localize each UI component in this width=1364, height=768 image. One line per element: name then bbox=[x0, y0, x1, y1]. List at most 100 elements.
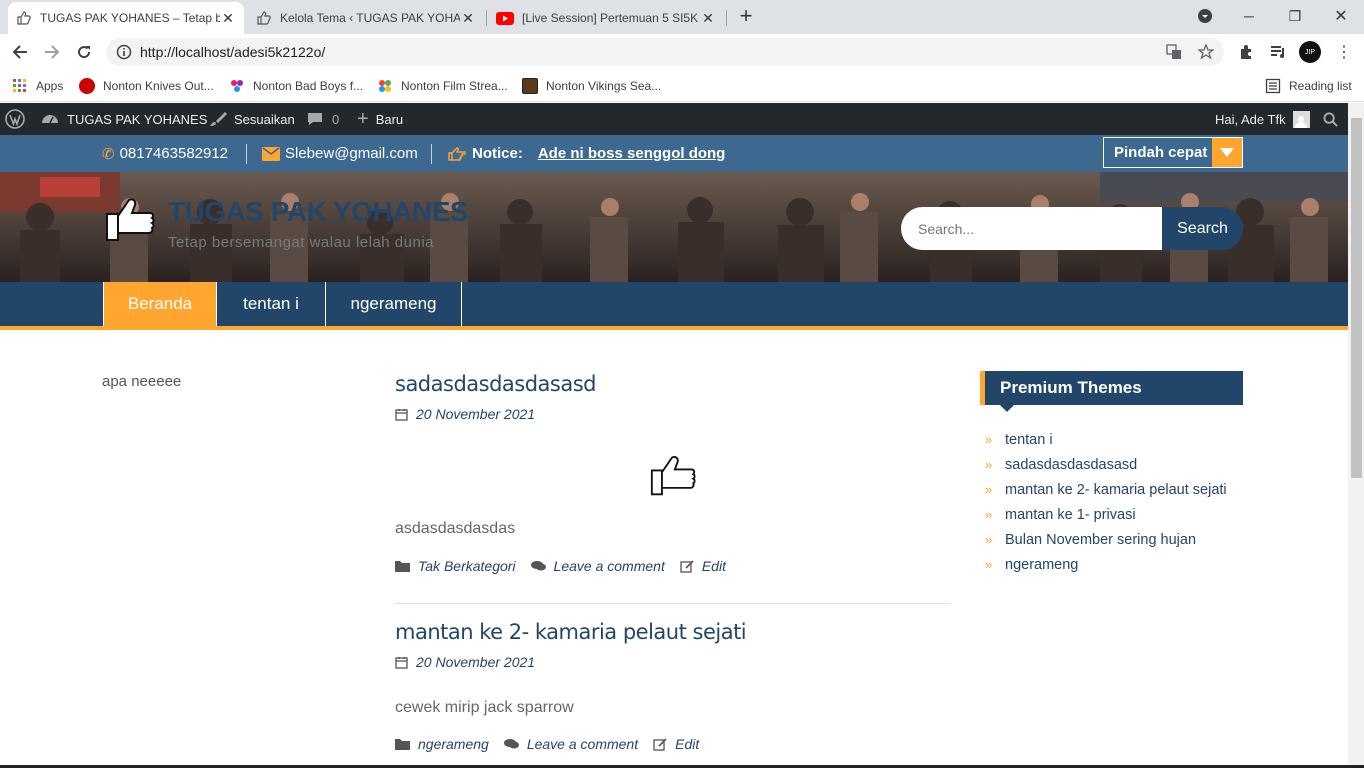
edit-link[interactable]: Edit bbox=[702, 558, 726, 574]
back-icon[interactable] bbox=[8, 40, 32, 64]
thumbs-up-favicon bbox=[256, 10, 272, 26]
site-tagline: Tetap bersemangat walau lelah dunia bbox=[168, 234, 435, 251]
post-category-link[interactable]: Tak Berkategori bbox=[418, 558, 516, 574]
widget-title-pointer bbox=[1000, 405, 1014, 412]
admin-customize-label: Sesuaikan bbox=[234, 111, 295, 127]
bookmark-bad-boys[interactable]: Nonton Bad Boys f... bbox=[229, 76, 363, 96]
main-content: apa neeeee sadasdasdasdasasd 20 November… bbox=[0, 330, 1348, 768]
tab-title: Kelola Tema ‹ TUGAS PAK YOHANES bbox=[280, 11, 460, 25]
notice-link[interactable]: Ade ni boss senggol dong bbox=[538, 145, 726, 162]
pointing-hand-icon bbox=[448, 146, 466, 161]
browser-tab-3[interactable]: [Live Session] Pertemuan 5 SI5K YouTube … bbox=[488, 2, 724, 34]
bookmark-label: Nonton Vikings Sea... bbox=[546, 79, 662, 93]
widget-list-item[interactable]: » ngerameng bbox=[985, 552, 1227, 577]
post-excerpt: asdasdasdasdas bbox=[395, 520, 516, 537]
folder-icon bbox=[395, 738, 410, 750]
forward-icon[interactable] bbox=[40, 40, 64, 64]
url-text[interactable]: http://localhost/adesi5k2122o/ bbox=[140, 44, 325, 60]
browser-tab-2[interactable]: Kelola Tema ‹ TUGAS PAK YOHANES ✕ bbox=[248, 2, 484, 34]
menu-item-tentan-i[interactable]: tentan i bbox=[217, 282, 326, 326]
main-navigation: Beranda tentan i ngerameng bbox=[0, 282, 1348, 326]
new-tab-button[interactable]: + bbox=[722, 0, 770, 32]
bookmark-knives-out[interactable]: Nonton Knives Out... bbox=[79, 76, 214, 96]
quick-switch-dropdown[interactable]: Pindah cepat bbox=[1103, 137, 1243, 168]
admin-account[interactable]: Hai, Ade Tfk bbox=[1215, 103, 1310, 135]
extensions-icon[interactable] bbox=[1234, 40, 1258, 64]
post-date: 20 November 2021 bbox=[395, 654, 950, 670]
post-title[interactable]: sadasdasdasdasasd bbox=[395, 372, 950, 396]
bookmark-label: Apps bbox=[36, 79, 64, 93]
youtube-favicon bbox=[496, 11, 514, 25]
close-tab-icon[interactable]: ✕ bbox=[460, 10, 476, 26]
double-chevron-icon: » bbox=[985, 457, 993, 472]
restore-icon[interactable]: ❐ bbox=[1272, 0, 1318, 32]
browser-tab-1[interactable]: TUGAS PAK YOHANES – Tetap bersemangat ✕ bbox=[8, 2, 244, 34]
bookmark-apps[interactable]: Apps bbox=[12, 76, 63, 96]
calendar-icon bbox=[395, 656, 408, 669]
bookmark-vikings[interactable]: Nonton Vikings Sea... bbox=[522, 76, 661, 96]
close-tab-icon[interactable]: ✕ bbox=[700, 10, 716, 26]
post-date-link[interactable]: 20 November 2021 bbox=[416, 406, 535, 422]
browser-tabstrip: TUGAS PAK YOHANES – Tetap bersemangat ✕ … bbox=[0, 0, 1364, 34]
admin-customize[interactable]: Sesuaikan bbox=[209, 103, 295, 135]
admin-search-icon[interactable] bbox=[1323, 103, 1338, 135]
widget-list-item[interactable]: » mantan ke 2- kamaria pelaut sejati bbox=[985, 477, 1227, 502]
scrollbar-thumb[interactable] bbox=[1351, 118, 1362, 478]
widget-list-item[interactable]: » Bulan November sering hujan bbox=[985, 527, 1227, 552]
widget-list-item[interactable]: » sadasdasdasdasasd bbox=[985, 452, 1227, 477]
wordpress-logo-icon[interactable] bbox=[5, 103, 25, 135]
search-input[interactable] bbox=[901, 207, 1162, 250]
double-chevron-icon: » bbox=[985, 557, 993, 572]
filmstream-favicon bbox=[377, 78, 393, 94]
header-search-form: Search bbox=[901, 207, 1243, 250]
notice-label: Notice: bbox=[472, 145, 523, 162]
browser-menu-icon[interactable]: ⋮ bbox=[1332, 40, 1356, 64]
comments-icon bbox=[530, 560, 546, 572]
translate-icon[interactable] bbox=[1166, 44, 1182, 60]
leave-comment-link[interactable]: Leave a comment bbox=[554, 558, 665, 574]
reading-list-button[interactable]: Reading list bbox=[1265, 76, 1352, 96]
media-control-icon[interactable] bbox=[1266, 40, 1290, 64]
close-tab-icon[interactable]: ✕ bbox=[220, 10, 236, 26]
admin-site-name[interactable]: TUGAS PAK YOHANES bbox=[41, 103, 207, 135]
admin-comments[interactable]: 0 bbox=[307, 103, 339, 135]
post-article: sadasdasdasdasasd 20 November 2021 asdas… bbox=[395, 372, 950, 604]
site-logo-thumbs-up-icon[interactable] bbox=[104, 194, 156, 244]
comments-icon bbox=[503, 738, 519, 750]
minimize-icon[interactable]: ─ bbox=[1226, 0, 1272, 32]
bookmark-label: Nonton Knives Out... bbox=[103, 79, 214, 93]
profile-avatar[interactable]: JIP bbox=[1298, 40, 1322, 64]
calendar-icon bbox=[395, 408, 408, 421]
leave-comment-link[interactable]: Leave a comment bbox=[527, 736, 638, 752]
admin-comments-count: 0 bbox=[332, 111, 340, 127]
reading-list-icon bbox=[1265, 78, 1281, 94]
bookmark-label: Nonton Film Strea... bbox=[401, 79, 508, 93]
bookmark-star-icon[interactable] bbox=[1198, 44, 1214, 60]
close-window-icon[interactable]: ✕ bbox=[1318, 0, 1364, 32]
widget-list-item[interactable]: » mantan ke 1- privasi bbox=[985, 502, 1227, 527]
double-chevron-icon: » bbox=[985, 482, 993, 497]
edit-link[interactable]: Edit bbox=[675, 736, 699, 752]
address-bar[interactable]: http://localhost/adesi5k2122o/ bbox=[106, 38, 1224, 66]
post-title[interactable]: mantan ke 2- kamaria pelaut sejati bbox=[395, 620, 950, 644]
post-category-link[interactable]: ngerameng bbox=[418, 736, 489, 752]
phone-number: 0817463582912 bbox=[119, 145, 229, 162]
admin-new-label: Baru bbox=[375, 111, 404, 127]
info-icon[interactable] bbox=[116, 44, 132, 60]
admin-new[interactable]: + Baru bbox=[357, 103, 403, 135]
bookmark-film-stream[interactable]: Nonton Film Strea... bbox=[377, 76, 508, 96]
menu-item-beranda[interactable]: Beranda bbox=[103, 282, 217, 326]
admin-greeting: Hai, Ade Tfk bbox=[1215, 111, 1286, 127]
post-date-link[interactable]: 20 November 2021 bbox=[416, 654, 535, 670]
search-button[interactable]: Search bbox=[1162, 207, 1243, 250]
widget-list-item[interactable]: » tentan i bbox=[985, 427, 1227, 452]
menu-item-ngerameng[interactable]: ngerameng bbox=[326, 282, 462, 326]
site-title[interactable]: TUGAS PAK YOHANES bbox=[168, 196, 469, 228]
plus-icon: + bbox=[357, 107, 369, 130]
apps-grid-icon bbox=[12, 78, 28, 94]
comment-bubble-icon bbox=[307, 111, 323, 127]
reload-icon[interactable] bbox=[72, 40, 96, 64]
tab-search-icon[interactable] bbox=[1182, 0, 1228, 32]
post-footer-meta: ngerameng Leave a comment Edit bbox=[395, 736, 699, 752]
edit-icon bbox=[680, 559, 694, 573]
